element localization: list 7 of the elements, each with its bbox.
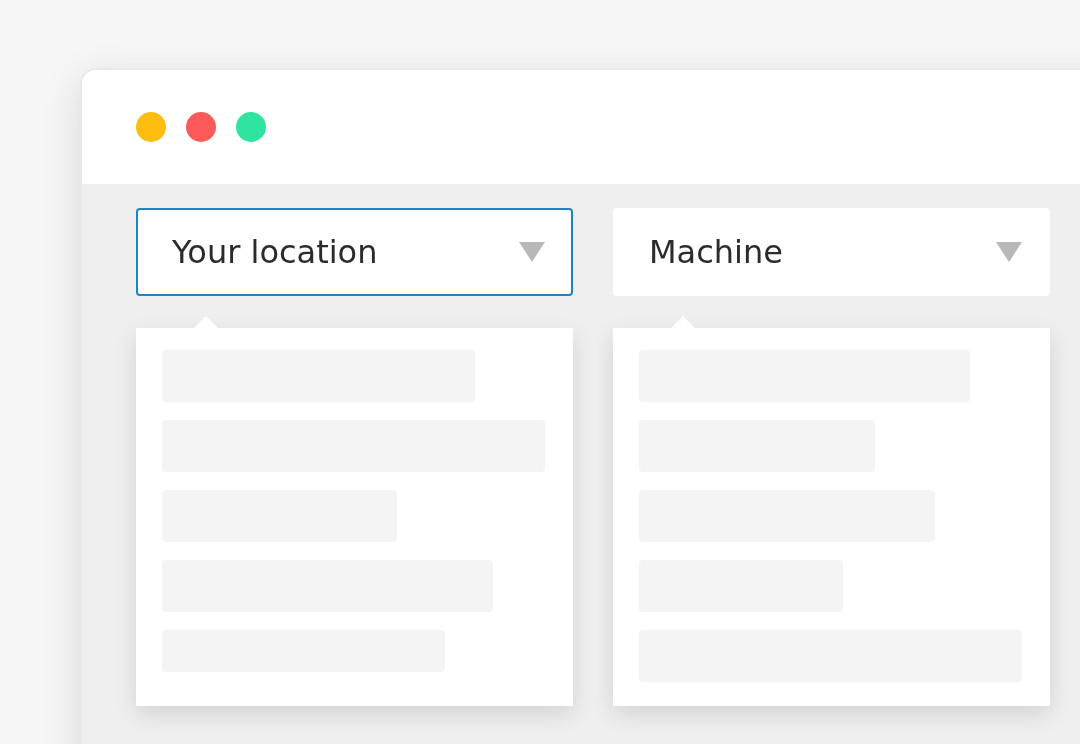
window-dot-icon[interactable] xyxy=(136,112,166,142)
caret-icon xyxy=(519,242,545,262)
window-dot-icon[interactable] xyxy=(186,112,216,142)
dropdown[interactable]: Machine xyxy=(613,208,1050,296)
window-dot-icon[interactable] xyxy=(236,112,266,142)
caret-icon xyxy=(996,242,1022,262)
dropdown[interactable]: Your location xyxy=(136,208,573,296)
